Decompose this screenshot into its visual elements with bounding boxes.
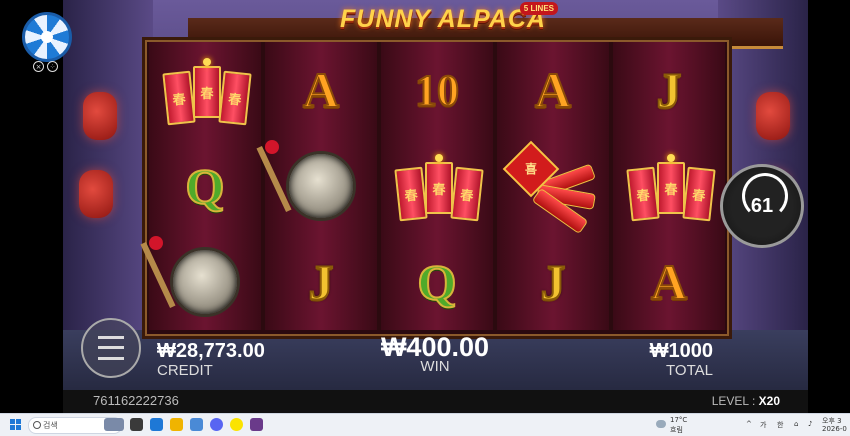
app-icon[interactable] (150, 418, 163, 431)
search-icon (33, 421, 41, 429)
firecrackers-icon: 春 春 春 (626, 148, 716, 224)
game-id: 761162222736 (93, 393, 179, 408)
weather-desc: 흐림 (670, 426, 683, 434)
network-icon[interactable]: ⌂ (794, 420, 798, 428)
reel-1: 春 春 春 Q (140, 42, 261, 330)
symbol-j: J (656, 61, 683, 119)
symbol-firecrackers: 春 春 春 (149, 42, 261, 138)
provider-wheel-icon[interactable] (22, 12, 72, 62)
symbol-a: A (650, 253, 688, 311)
symbol-q: Q (417, 253, 458, 311)
windows-taskbar: 검색 17°C 흐림 ^ 가 한 ⌂ ♪ 오후 3 2026-0 (0, 413, 850, 436)
search-placeholder: 검색 (43, 421, 58, 430)
reel-2: A J (256, 42, 377, 330)
discord-icon[interactable] (210, 418, 223, 431)
win-display: ₩400.00 WIN (375, 332, 495, 376)
level-display: LEVEL : X20 (712, 394, 780, 408)
gong-icon (140, 236, 240, 317)
folder-icon[interactable] (170, 418, 183, 431)
symbol-q: Q (185, 157, 226, 215)
total-display: ₩1000 TOTAL (641, 340, 713, 380)
reel-3: 10 春 春 春 Q (381, 42, 493, 330)
chevron-up-icon[interactable]: ^ (746, 420, 752, 428)
lantern-icon (756, 92, 790, 140)
fullscreen-icon[interactable]: ⁘ (47, 61, 58, 72)
gong-icon (256, 140, 356, 221)
win-value: ₩400.00 (380, 332, 490, 362)
close-icon[interactable]: × (33, 61, 44, 72)
symbol-j: J (540, 253, 567, 311)
app-icon[interactable] (190, 418, 203, 431)
windows-start-icon[interactable] (10, 419, 21, 430)
task-view-icon[interactable] (104, 418, 124, 431)
symbol-gong (256, 138, 377, 234)
game-window: FUNNY ALPACA 5 LINES 春 春 春 Q A J 10 春 春 … (63, 0, 808, 413)
volume-icon[interactable]: ♪ (808, 420, 812, 428)
symbol-firecrackers: 春 春 春 (613, 138, 725, 234)
credit-value: ₩28,773.00 (157, 340, 265, 362)
symbol-gong (140, 234, 261, 330)
cloud-icon (656, 420, 666, 428)
ime-indicator-1[interactable]: 가 (760, 420, 766, 430)
symbol-j: J (308, 253, 335, 311)
firecrackers-icon: 春 春 春 (394, 148, 484, 224)
ime-indicator-2[interactable]: 한 (777, 420, 783, 430)
autospin-button[interactable]: 61 (720, 164, 804, 248)
credit-label: CREDIT (157, 362, 213, 379)
symbol-a: A (534, 61, 572, 119)
lines-badge: 5 LINES (519, 2, 558, 15)
app-icon[interactable] (130, 418, 143, 431)
firecracker-bundle-icon: 喜 (502, 140, 599, 235)
symbol-firecracker-bundle: 喜 (497, 138, 609, 235)
level-label: LEVEL : (711, 394, 756, 408)
symbol-firecrackers: 春 春 春 (381, 138, 493, 234)
game-footer: 761162222736 LEVEL : X20 (63, 390, 808, 413)
app-icon[interactable] (250, 418, 263, 431)
game-logo: FUNNY ALPACA 5 LINES (328, 0, 558, 40)
symbol-a: A (302, 61, 340, 119)
menu-button[interactable] (81, 318, 141, 378)
reel-4: A 喜 J (497, 42, 609, 330)
kakaotalk-icon[interactable] (230, 418, 243, 431)
lantern-icon (83, 92, 117, 140)
weather-temp: 17°C (670, 416, 688, 424)
reel-5: J 春 春 春 A (613, 42, 725, 330)
symbol-10: 10 (414, 65, 460, 116)
lantern-icon (79, 170, 113, 218)
credit-display: ₩28,773.00 CREDIT (157, 340, 265, 380)
total-value: ₩1000 (649, 340, 713, 362)
total-label: TOTAL (666, 362, 713, 379)
reel-frame: 春 春 春 Q A J 10 春 春 春 Q A 喜 J J 春 春 春 A (140, 40, 729, 336)
clock-date[interactable]: 2026-0 (822, 425, 847, 433)
refresh-icon (742, 173, 788, 219)
hamburger-icon (98, 336, 124, 360)
level-value: X20 (758, 394, 780, 408)
building-left (63, 0, 153, 330)
firecrackers-icon: 春 春 春 (162, 52, 252, 128)
